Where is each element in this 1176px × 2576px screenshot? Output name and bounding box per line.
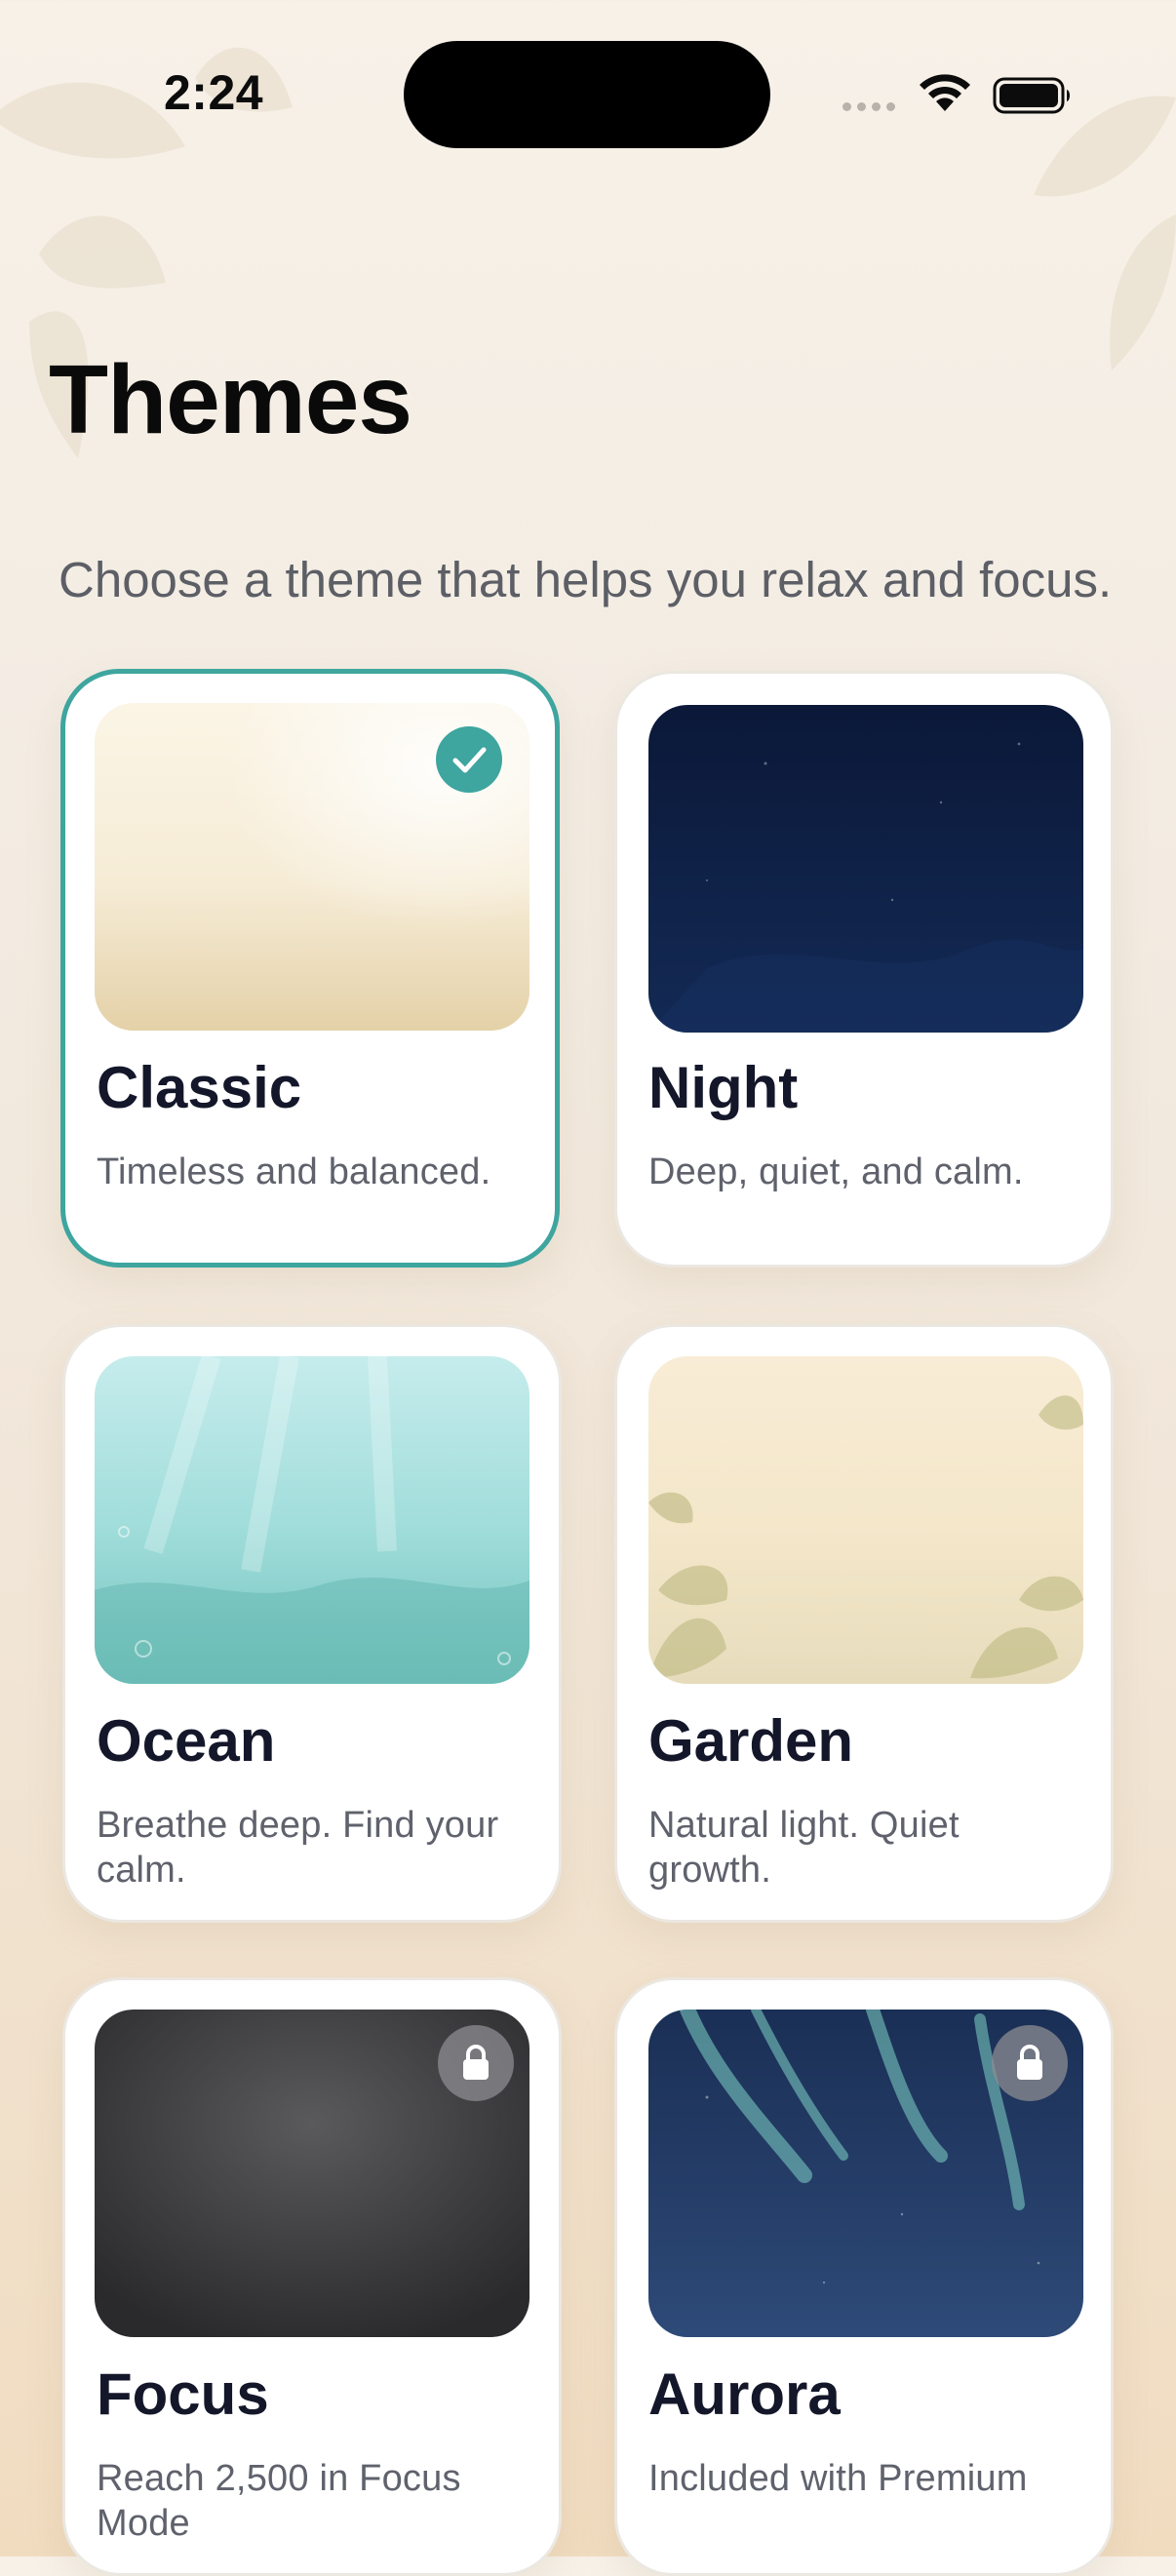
- theme-description: Timeless and balanced.: [97, 1151, 491, 1192]
- garden-theme-preview: [648, 1356, 1083, 1684]
- theme-description: Breathe deep. Find your calm.: [97, 1805, 499, 1892]
- theme-name: Night: [648, 1055, 799, 1120]
- status-bar: 2:24: [0, 0, 1176, 195]
- theme-card-classic[interactable]: Classic Timeless and balanced.: [60, 669, 560, 1268]
- theme-name: Garden: [648, 1708, 854, 1774]
- theme-card-ocean[interactable]: Ocean Breathe deep. Find your calm.: [62, 1324, 562, 1923]
- page-title: Themes: [49, 345, 412, 454]
- status-time: 2:24: [164, 65, 264, 120]
- selected-checkmark-icon: [436, 726, 502, 793]
- theme-description: Reach 2,500 in Focus Mode: [97, 2458, 461, 2545]
- theme-name: Aurora: [648, 2361, 841, 2427]
- theme-card-garden[interactable]: Garden Natural light. Quiet growth.: [614, 1324, 1114, 1923]
- theme-card-focus[interactable]: Focus Reach 2,500 in Focus Mode: [62, 1977, 562, 2576]
- theme-card-aurora[interactable]: Aurora Included with Premium: [614, 1977, 1114, 2576]
- wifi-icon: [920, 74, 970, 111]
- ocean-theme-preview: [95, 1356, 529, 1684]
- night-theme-preview: [648, 705, 1083, 1033]
- lock-icon: [438, 2025, 514, 2101]
- dynamic-island: [404, 41, 770, 148]
- theme-name: Classic: [97, 1055, 302, 1120]
- theme-name: Ocean: [97, 1708, 276, 1774]
- aurora-theme-preview: [648, 2010, 1083, 2337]
- lock-icon: [992, 2025, 1068, 2101]
- theme-description: Included with Premium: [648, 2458, 1028, 2499]
- cellular-signal-icon: [843, 102, 895, 111]
- page-subtitle: Choose a theme that helps you relax and …: [59, 552, 1113, 607]
- battery-icon: [993, 77, 1070, 114]
- theme-card-night[interactable]: Night Deep, quiet, and calm.: [614, 671, 1114, 1268]
- focus-theme-preview: [95, 2010, 529, 2337]
- theme-description: Natural light. Quiet growth.: [648, 1805, 960, 1892]
- theme-description: Deep, quiet, and calm.: [648, 1151, 1024, 1192]
- theme-name: Focus: [97, 2361, 269, 2427]
